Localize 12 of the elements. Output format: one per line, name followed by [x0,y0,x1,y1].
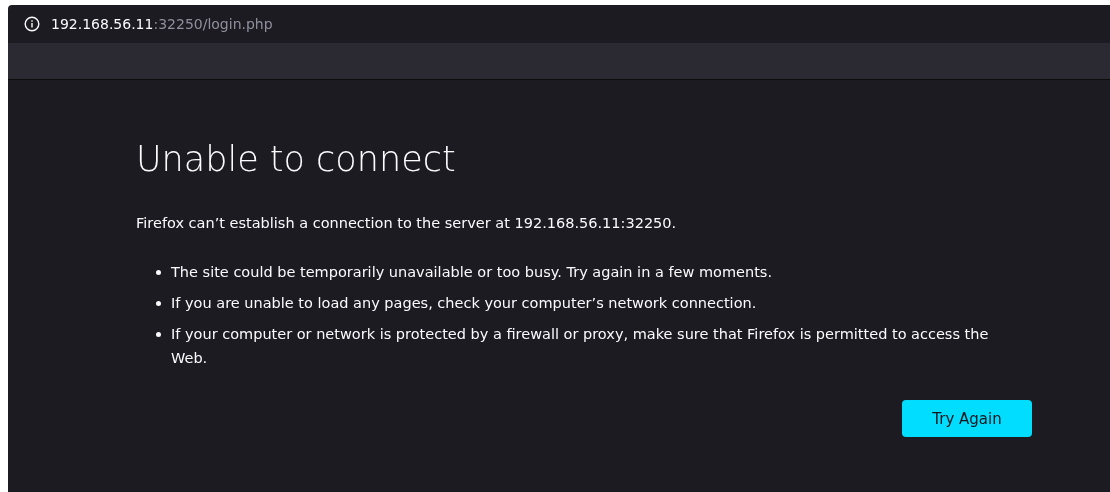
bullet-icon [156,270,161,275]
try-again-button[interactable]: Try Again [902,400,1032,437]
suggestion-text: If you are unable to load any pages, check your computer’s network connection. [171,294,757,313]
url-text: 192.168.56.11:32250/login.php [51,16,273,32]
address-bar[interactable]: 192.168.56.11:32250/login.php [8,5,1110,43]
suggestion-text: If your computer or network is protected by a firewall or proxy, make sure that Firefox is permitted to access the Web. [171,325,990,368]
bullet-icon [156,332,161,337]
bullet-icon [156,301,161,306]
info-icon[interactable] [24,16,40,32]
error-title: Unable to connect [136,138,457,181]
suggestion-text: The site could be temporarily unavailable or too busy. Try again in a few moments. [171,263,773,282]
error-message: Firefox can’t establish a connection to the server at 192.168.56.11:32250. [136,214,678,233]
